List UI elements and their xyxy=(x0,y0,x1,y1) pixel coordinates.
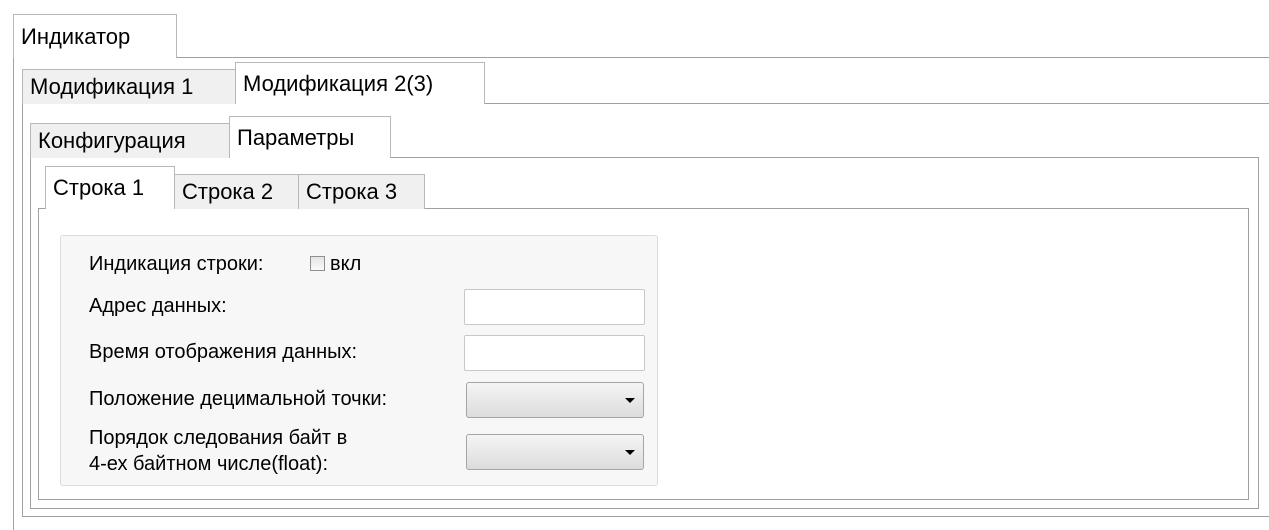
tab-parameters[interactable]: Параметры xyxy=(229,116,391,158)
tab-line-2-label: Строка 2 xyxy=(182,179,274,204)
tab-configuration[interactable]: Конфигурация xyxy=(30,123,230,158)
tab-indicator-label: Индикатор xyxy=(21,23,131,49)
data-address-input[interactable] xyxy=(464,289,645,325)
tab-modification-2-3-label: Модификация 2(3) xyxy=(243,70,434,96)
chevron-down-icon xyxy=(625,450,635,455)
byte-order-select[interactable] xyxy=(466,434,644,470)
line-indication-checkbox-label[interactable]: вкл xyxy=(330,254,361,274)
display-time-label: Время отображения данных: xyxy=(89,341,358,363)
decimal-point-select[interactable] xyxy=(466,382,644,418)
line-indication-checkbox[interactable] xyxy=(310,256,325,271)
tab-line-1[interactable]: Строка 1 xyxy=(45,166,175,209)
tab-line-1-label: Строка 1 xyxy=(53,175,145,200)
byte-order-label-line2: 4-ех байтном числе(float): xyxy=(89,453,329,475)
tab-line-2[interactable]: Строка 2 xyxy=(174,174,299,209)
tab-configuration-label: Конфигурация xyxy=(38,128,186,153)
tab-line-3-label: Строка 3 xyxy=(306,179,398,204)
tab-line-3[interactable]: Строка 3 xyxy=(298,174,425,209)
line-indication-label: Индикация строки: xyxy=(89,253,264,275)
decimal-point-label: Положение децимальной точки: xyxy=(89,388,388,410)
chevron-down-icon xyxy=(625,398,635,403)
byte-order-label-line1: Порядок следования байт в xyxy=(89,427,348,449)
tab-indicator[interactable]: Индикатор xyxy=(13,14,177,58)
display-time-input[interactable] xyxy=(464,335,645,371)
data-address-label: Адрес данных: xyxy=(89,295,227,317)
tab-modification-2-3[interactable]: Модификация 2(3) xyxy=(235,62,485,104)
tab-modification-1-label: Модификация 1 xyxy=(30,74,194,99)
tab-modification-1[interactable]: Модификация 1 xyxy=(22,69,236,104)
tab-parameters-label: Параметры xyxy=(237,124,355,150)
